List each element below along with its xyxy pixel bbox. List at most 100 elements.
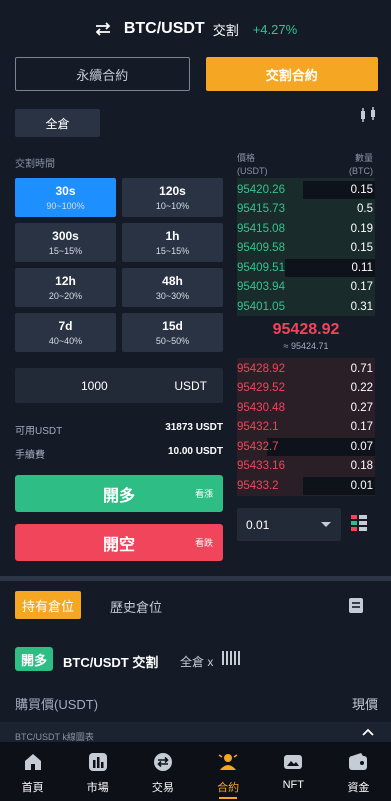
position-margin-info: 全倉 x (180, 655, 214, 669)
time-option-label: 7d (58, 319, 73, 333)
ask-row[interactable]: 95433.2 0.01 (237, 476, 375, 496)
contract-mode-tabs: 永續合約 交割合約 (15, 57, 378, 91)
fee-row: 手續費 10.00 USDT (15, 446, 223, 461)
nav-home[interactable]: 首頁 (0, 742, 65, 801)
ask-qty: 0.71 (350, 362, 373, 375)
ask-price: 95428.92 (237, 362, 285, 375)
time-option[interactable]: 12h 20~20% (15, 268, 116, 307)
ask-price: 95430.48 (237, 401, 285, 414)
time-option-range: 15~15% (155, 246, 190, 256)
bid-row[interactable]: 95409.51 0.11 (237, 258, 375, 278)
fee-label: 手續費 (15, 450, 45, 461)
nav-contract[interactable]: 合約 (196, 742, 261, 801)
qty-header: 數量 (354, 153, 373, 163)
open-short-button[interactable]: 開空 看跌 (15, 524, 223, 561)
nav-label: 交易 (151, 782, 174, 794)
bottom-nav: 首頁 市場 交易 合約 NFT 資金 (0, 742, 391, 801)
time-option[interactable]: 7d 40~40% (15, 313, 116, 352)
market-icon (88, 753, 107, 771)
bid-qty: 0.15 (350, 183, 373, 196)
time-option[interactable]: 1h 15~15% (122, 223, 223, 262)
nav-market[interactable]: 市場 (65, 742, 130, 801)
price-header: 價格 (237, 153, 256, 163)
asks-list: 95428.92 0.71 95429.52 0.22 95430.48 0.27 9543… (237, 359, 375, 496)
time-option-range: 15~15% (48, 246, 83, 256)
bid-qty: 0.31 (350, 300, 373, 313)
ask-row[interactable]: 95429.52 0.22 (237, 379, 375, 399)
nav-wallet[interactable]: 資金 (326, 742, 391, 801)
time-option[interactable]: 120s 10~10% (122, 178, 223, 217)
time-option-range: 20~20% (48, 291, 83, 301)
delivery-time-label: 交割時間 (15, 159, 55, 170)
time-option[interactable]: 300s 15~15% (15, 223, 116, 262)
ask-qty: 0.01 (350, 479, 373, 492)
time-option[interactable]: 48h 30~30% (122, 268, 223, 307)
chevron-up-icon[interactable] (362, 728, 374, 736)
nav-nft[interactable]: NFT (261, 742, 326, 801)
open-short-hint: 看跌 (194, 538, 213, 548)
delivery-time-grid: 30s 90~100% 120s 10~10% 300s 15~15% 1h 15~15… (15, 178, 223, 352)
tab-open-positions[interactable]: 持有倉位 (15, 591, 81, 619)
available-value: 31873 USDT (165, 422, 223, 433)
time-option-label: 120s (159, 184, 186, 198)
time-option-label: 15d (162, 319, 183, 333)
amount-unit: USDT (174, 378, 207, 393)
chevron-down-icon (321, 522, 331, 527)
amount-input[interactable]: 1000 USDT (15, 368, 223, 403)
nav-label: 市場 (86, 782, 109, 794)
bid-row[interactable]: 95409.58 0.15 (237, 239, 375, 259)
time-option-label: 1h (165, 229, 180, 243)
wallet-icon (349, 753, 368, 770)
ask-qty: 0.22 (350, 382, 373, 395)
nav-label: 合約 (217, 782, 240, 794)
nav-trade[interactable]: 交易 (130, 742, 195, 801)
ask-row[interactable]: 95430.48 0.27 (237, 398, 375, 418)
ask-row[interactable]: 95432.1 0.17 (237, 418, 375, 438)
ask-price: 95433.2 (237, 479, 279, 492)
ask-row[interactable]: 95433.16 0.18 (237, 457, 375, 477)
ask-row[interactable]: 95428.92 0.71 (237, 359, 375, 379)
last-price: 95428.92 (272, 321, 340, 338)
open-long-button[interactable]: 開多 看漲 (15, 475, 223, 512)
tab-perpetual[interactable]: 永續合約 (15, 57, 190, 91)
open-short-label: 開空 (102, 536, 135, 554)
orderbook-view-icon[interactable] (351, 515, 367, 531)
section-divider (0, 576, 391, 581)
tab-delivery[interactable]: 交割合約 (205, 57, 378, 91)
buy-price-label: 購買價(USDT) (15, 697, 99, 712)
bid-row[interactable]: 95403.94 0.17 (237, 278, 375, 298)
candlestick-settings-icon[interactable] (358, 107, 378, 123)
home-icon (24, 754, 41, 770)
tab-position-history[interactable]: 歷史倉位 (110, 597, 162, 616)
document-icon[interactable] (348, 597, 364, 614)
price-step-value: 0.01 (246, 517, 270, 532)
ask-price: 95429.52 (237, 382, 285, 395)
bid-price: 95409.51 (237, 261, 285, 274)
qty-unit: (BTC) (349, 166, 373, 176)
nft-icon (284, 755, 303, 769)
time-option-label: 300s (52, 229, 79, 243)
ask-row[interactable]: 95432.7 0.07 (237, 437, 375, 457)
time-option-range: 40~40% (48, 336, 83, 346)
time-option[interactable]: 30s 90~100% (15, 178, 116, 217)
swap-icon[interactable] (94, 22, 112, 36)
open-long-label: 開多 (102, 487, 135, 505)
contract-icon (218, 754, 238, 770)
ask-price: 95432.1 (237, 421, 279, 434)
margin-mode-button[interactable]: 全倉 (15, 109, 100, 137)
bid-row[interactable]: 95415.08 0.19 (237, 219, 375, 239)
nav-label: NFT (282, 779, 304, 791)
time-option-label: 12h (55, 274, 76, 288)
ask-qty: 0.07 (350, 440, 373, 453)
bid-row[interactable]: 95420.26 0.15 (237, 180, 375, 200)
bid-qty: 0.17 (350, 281, 373, 294)
fee-value: 10.00 USDT (167, 446, 223, 457)
price-step-select[interactable]: 0.01 (237, 508, 341, 541)
bid-row[interactable]: 95401.05 0.31 (237, 297, 375, 317)
time-option[interactable]: 15d 50~50% (122, 313, 223, 352)
bid-price: 95420.26 (237, 183, 285, 196)
position-pair: BTC/USDT 交割 (63, 655, 159, 670)
bid-row[interactable]: 95415.73 0.5 (237, 200, 375, 220)
nav-label: 資金 (347, 782, 370, 794)
pair-title[interactable]: BTC/USDT (124, 20, 205, 38)
